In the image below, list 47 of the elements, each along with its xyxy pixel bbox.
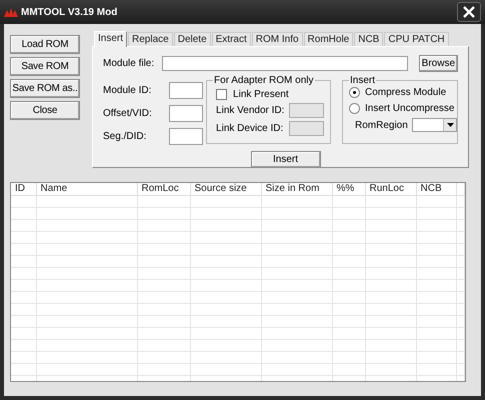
tab[interactable]: Delete [174, 32, 211, 46]
tab[interactable]: RomHole [304, 32, 354, 46]
input-field[interactable] [169, 128, 204, 145]
close-button[interactable] [457, 2, 481, 22]
side-button[interactable]: Load ROM [10, 35, 80, 54]
checkbox-label: Link Present [233, 89, 289, 100]
field-label: Seg./DID: [103, 131, 146, 142]
side-button[interactable]: Close [10, 101, 80, 120]
radio-button[interactable] [349, 87, 360, 98]
browse-button[interactable]: Browse [418, 55, 458, 72]
tab[interactable]: Extract [212, 32, 251, 46]
checkbox[interactable] [216, 89, 228, 100]
side-button[interactable]: Save ROM [10, 57, 80, 76]
column-header[interactable]: RomLoc [137, 183, 190, 195]
column-header[interactable]: %% [332, 183, 365, 195]
column-header[interactable]: Source size [190, 183, 261, 195]
group-title: For Adapter ROM only [213, 75, 315, 86]
radio-label: Insert Uncompresse [365, 103, 454, 114]
dropdown-arrow-icon [446, 123, 454, 127]
tab[interactable]: CPU PATCH [384, 32, 449, 46]
tab[interactable]: Insert [94, 31, 128, 47]
field-label: RomRegion [355, 120, 408, 130]
tab[interactable]: NCB [354, 32, 384, 46]
rom-region-dropdown[interactable] [412, 118, 457, 132]
field-label: Link Device ID: [216, 123, 284, 134]
column-header[interactable]: ID [11, 183, 36, 195]
field-label: Module file: [103, 58, 154, 69]
group-title: Insert [349, 75, 376, 86]
tab[interactable]: ROM Info [252, 32, 303, 46]
input-field[interactable] [169, 105, 204, 122]
side-button[interactable]: Save ROM as.. [10, 79, 80, 98]
field-label: Offset/VID: [103, 108, 152, 119]
radio-button[interactable] [349, 103, 360, 114]
app-logo-icon [4, 8, 18, 16]
column-header[interactable]: Name [36, 183, 137, 195]
field-label: Module ID: [103, 85, 152, 96]
column-header[interactable]: Size in Rom [261, 183, 332, 195]
window-title: MMTOOL V3.19 Mod [21, 6, 118, 18]
radio-label: Compress Module [365, 87, 446, 98]
insert-button[interactable]: Insert [250, 151, 320, 168]
close-icon [463, 6, 475, 18]
input-field[interactable] [169, 82, 204, 99]
field-label: Link Vendor ID: [216, 105, 284, 116]
column-header[interactable]: NCB [416, 183, 456, 195]
module-file-field[interactable] [162, 56, 408, 71]
tab[interactable]: Replace [128, 32, 173, 46]
column-header[interactable]: RunLoc [365, 183, 416, 195]
